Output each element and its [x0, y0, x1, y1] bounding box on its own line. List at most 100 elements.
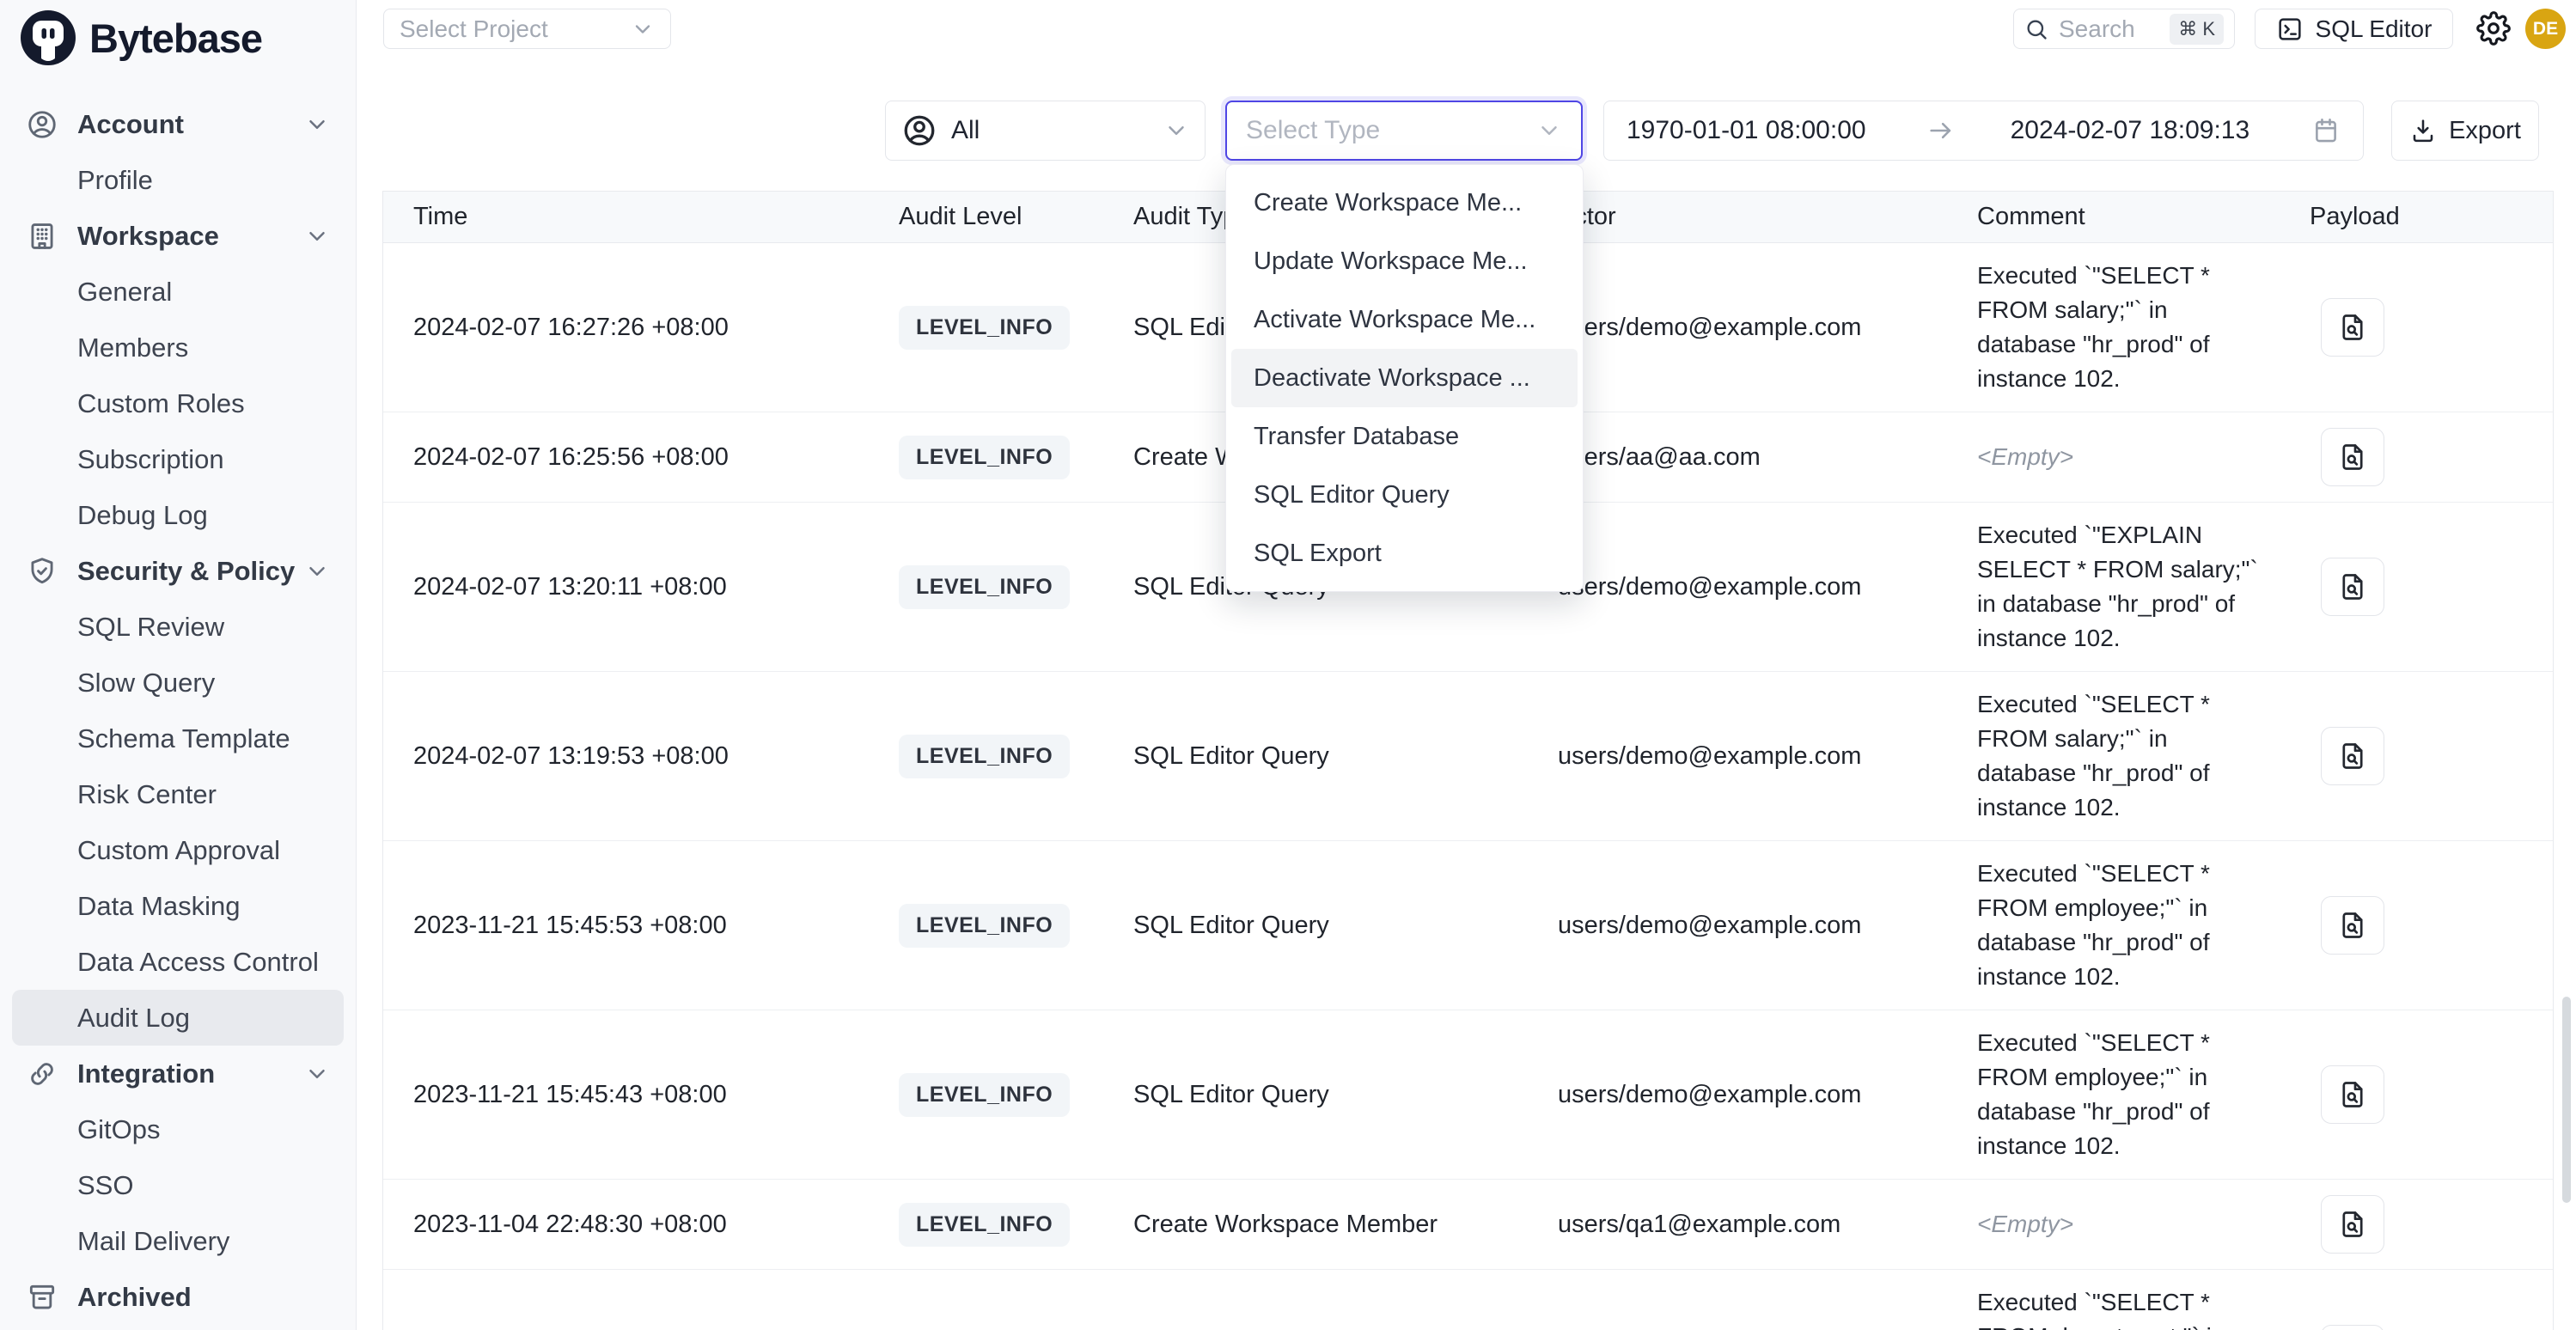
- payload-button[interactable]: [2321, 1195, 2384, 1254]
- actor-filter-select[interactable]: All: [885, 101, 1206, 161]
- type-menu-option[interactable]: Deactivate Workspace ...: [1231, 349, 1578, 407]
- payload-button[interactable]: [2321, 558, 2384, 616]
- type-menu-option[interactable]: Activate Workspace Me...: [1231, 290, 1578, 349]
- sql-editor-button[interactable]: SQL Editor: [2255, 9, 2453, 49]
- sidebar-item-label: Slow Query: [77, 668, 215, 699]
- sidebar-item-label: SQL Review: [77, 612, 224, 643]
- chevron-down-icon: [304, 112, 330, 137]
- payload-button[interactable]: [2321, 1065, 2384, 1124]
- payload-button[interactable]: [2321, 298, 2384, 357]
- type-menu-option-label: Deactivate Workspace ...: [1254, 364, 1530, 393]
- chevron-down-icon: [1536, 118, 1562, 143]
- sidebar-item[interactable]: Subscription: [12, 431, 344, 487]
- cell-actor: users/demo@example.com: [1528, 742, 1947, 771]
- sidebar-item[interactable]: General: [12, 264, 344, 320]
- cell-time: 2023-11-21 15:45:43 +08:00: [383, 1081, 869, 1109]
- chevron-down-icon: [1163, 118, 1189, 143]
- cell-comment: Executed `"SELECT * FROM department;"` i…: [1977, 1285, 2261, 1330]
- sidebar-item-label: Subscription: [77, 444, 224, 475]
- table-row: 2023-11-04 22:48:30 +08:00 LEVEL_INFO Cr…: [383, 1180, 2553, 1270]
- payload-button[interactable]: [2321, 1325, 2384, 1330]
- cell-time: 2024-02-07 16:27:26 +08:00: [383, 314, 869, 342]
- sidebar-item[interactable]: Data Masking: [12, 878, 344, 934]
- type-menu-option-label: SQL Editor Query: [1254, 481, 1450, 509]
- user-circle-icon: [901, 113, 937, 149]
- audit-level-badge: LEVEL_INFO: [899, 565, 1070, 609]
- sidebar-item[interactable]: Integration: [12, 1046, 344, 1101]
- bytebase-logo-icon: [21, 10, 76, 65]
- sidebar-item[interactable]: Archived: [12, 1269, 344, 1325]
- project-select-placeholder: Select Project: [400, 15, 548, 43]
- sidebar-item[interactable]: Audit Log: [12, 990, 344, 1046]
- sidebar-item[interactable]: Security & Policy: [12, 543, 344, 599]
- col-payload: Payload: [2256, 203, 2555, 231]
- sidebar-item[interactable]: Data Access Control: [12, 934, 344, 990]
- sidebar-item[interactable]: Custom Approval: [12, 822, 344, 878]
- project-select[interactable]: Select Project: [383, 9, 671, 49]
- sidebar-item[interactable]: SQL Review: [12, 599, 344, 655]
- type-menu-option[interactable]: SQL Export: [1231, 524, 1578, 583]
- chevron-down-icon: [304, 1061, 330, 1087]
- cell-comment: Executed `"SELECT * FROM salary;"` in da…: [1977, 259, 2261, 396]
- sidebar-item[interactable]: SSO: [12, 1157, 344, 1213]
- sidebar-item[interactable]: GitOps: [12, 1101, 344, 1157]
- table-row: 2023-11-04 01:06:24 +08:00 LEVEL_INFO SQ…: [383, 1270, 2553, 1330]
- sidebar-item-label: Workspace: [77, 221, 219, 252]
- sidebar-item-label: Integration: [77, 1059, 215, 1089]
- export-label: Export: [2449, 117, 2521, 145]
- sidebar-item-label: Custom Roles: [77, 388, 245, 419]
- audit-level-badge: LEVEL_INFO: [899, 735, 1070, 778]
- date-to: 2024-02-07 18:09:13: [2011, 116, 2250, 145]
- audit-level-badge: LEVEL_INFO: [899, 436, 1070, 479]
- archive-icon: [26, 1281, 58, 1314]
- cell-comment: <Empty>: [1977, 1207, 2261, 1242]
- file-search-icon: [2337, 312, 2368, 343]
- payload-button[interactable]: [2321, 896, 2384, 955]
- sidebar-item[interactable]: Members: [12, 320, 344, 375]
- file-search-icon: [2337, 442, 2368, 473]
- chevron-down-icon: [304, 558, 330, 584]
- cell-actor: users/demo@example.com: [1528, 573, 1947, 601]
- export-button[interactable]: Export: [2391, 101, 2539, 161]
- payload-button[interactable]: [2321, 428, 2384, 486]
- audit-level-badge: LEVEL_INFO: [899, 904, 1070, 948]
- file-search-icon: [2337, 741, 2368, 772]
- gear-icon[interactable]: [2476, 11, 2511, 46]
- terminal-icon: [2276, 15, 2304, 43]
- payload-button[interactable]: [2321, 727, 2384, 785]
- sidebar-item[interactable]: Mail Delivery: [12, 1213, 344, 1269]
- type-menu-option[interactable]: Update Workspace Me...: [1231, 232, 1578, 290]
- type-menu-option[interactable]: Transfer Database: [1231, 407, 1578, 466]
- sidebar-item-label: Custom Approval: [77, 835, 280, 866]
- file-search-icon: [2337, 1079, 2368, 1110]
- sidebar-item-label: Archived: [77, 1282, 192, 1313]
- type-menu-option[interactable]: SQL Editor Query: [1231, 466, 1578, 524]
- sidebar-nav: Account Profile Workspace Gen: [0, 96, 356, 1325]
- type-filter-select[interactable]: Select Type: [1225, 101, 1583, 161]
- avatar[interactable]: DE: [2525, 9, 2566, 49]
- sidebar-item[interactable]: Schema Template: [12, 711, 344, 766]
- sidebar-item[interactable]: Slow Query: [12, 655, 344, 711]
- type-menu-option-label: Transfer Database: [1254, 423, 1459, 451]
- cell-comment: Executed `"SELECT * FROM salary;"` in da…: [1977, 687, 2261, 825]
- sidebar-item[interactable]: Account: [12, 96, 344, 152]
- sidebar-item[interactable]: Debug Log: [12, 487, 344, 543]
- brand-logo[interactable]: Bytebase: [21, 10, 262, 65]
- col-level: Audit Level: [869, 203, 1103, 231]
- vertical-scrollbar-thumb[interactable]: [2562, 997, 2571, 1203]
- sidebar-item[interactable]: Risk Center: [12, 766, 344, 822]
- sidebar-item[interactable]: Workspace: [12, 208, 344, 264]
- sidebar-item[interactable]: Profile: [12, 152, 344, 208]
- type-menu-option-label: Create Workspace Me...: [1254, 189, 1522, 217]
- type-menu-option[interactable]: Create Workspace Me...: [1231, 174, 1578, 232]
- cell-audit-type: Create Workspace Member: [1103, 1211, 1528, 1239]
- sidebar-item-label: Debug Log: [77, 500, 208, 531]
- search-input[interactable]: Search ⌘ K: [2013, 9, 2235, 49]
- download-icon: [2409, 117, 2437, 144]
- date-range-picker[interactable]: 1970-01-01 08:00:00 2024-02-07 18:09:13: [1603, 101, 2364, 161]
- sidebar-item-label: Risk Center: [77, 779, 217, 810]
- link-icon: [26, 1058, 58, 1090]
- sidebar-item-label: Schema Template: [77, 723, 290, 754]
- sidebar-item[interactable]: Custom Roles: [12, 375, 344, 431]
- bytebase-app: Bytebase Account Profile Workspace: [0, 0, 2576, 1330]
